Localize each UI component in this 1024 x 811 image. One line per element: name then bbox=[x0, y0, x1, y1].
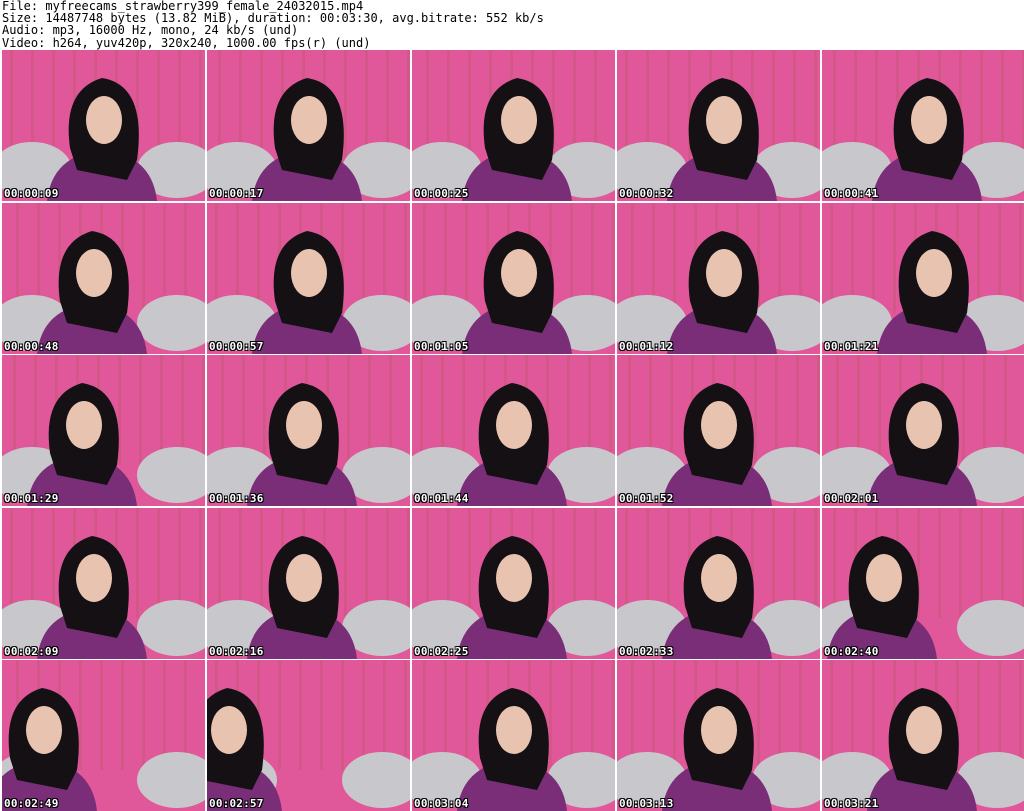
video-thumbnail: 00:03:13 bbox=[617, 660, 820, 811]
video-thumbnail: 00:02:09 bbox=[2, 507, 205, 659]
thumbnail-timestamp: 00:01:05 bbox=[414, 339, 469, 353]
video-thumbnail: 00:01:36 bbox=[207, 355, 410, 506]
thumbnail-timestamp: 00:02:25 bbox=[414, 644, 469, 658]
video-thumbnail: 00:02:49 bbox=[2, 660, 205, 811]
file-info-header: File: myfreecams_strawberry399_female_24… bbox=[2, 0, 1022, 50]
video-frame-image bbox=[617, 202, 820, 354]
thumbnail-timestamp: 00:02:57 bbox=[209, 797, 264, 810]
video-frame-image bbox=[207, 202, 410, 354]
video-thumbnail: 00:01:21 bbox=[822, 202, 1024, 354]
video-frame-image bbox=[207, 660, 410, 811]
video-thumbnail: 00:02:57 bbox=[207, 660, 410, 811]
thumbnail-grid: 00:00:09 00:00:17 00:00:25 00:00:32 00:0… bbox=[0, 50, 1024, 811]
thumbnail-timestamp: 00:00:57 bbox=[209, 339, 264, 353]
video-thumbnail: 00:02:16 bbox=[207, 507, 410, 659]
video-frame-image bbox=[412, 50, 615, 201]
thumbnail-timestamp: 00:00:32 bbox=[619, 187, 674, 200]
thumbnail-timestamp: 00:03:13 bbox=[619, 797, 674, 810]
video-thumbnail: 00:03:04 bbox=[412, 660, 615, 811]
video-thumbnail: 00:00:09 bbox=[2, 50, 205, 201]
video-frame-image bbox=[2, 507, 205, 659]
thumbnail-timestamp: 00:01:29 bbox=[4, 492, 59, 505]
video-thumbnail: 00:02:40 bbox=[822, 507, 1024, 659]
thumbnail-timestamp: 00:01:21 bbox=[824, 339, 879, 353]
thumbnail-timestamp: 00:02:40 bbox=[824, 644, 879, 658]
video-frame-image bbox=[412, 660, 615, 811]
video-frame-image bbox=[822, 50, 1024, 201]
video-thumbnail: 00:00:57 bbox=[207, 202, 410, 354]
thumbnail-timestamp: 00:00:09 bbox=[4, 187, 59, 200]
thumbnail-timestamp: 00:02:16 bbox=[209, 644, 264, 658]
video-frame-image bbox=[412, 507, 615, 659]
video-thumbnail: 00:02:01 bbox=[822, 355, 1024, 506]
thumbnail-timestamp: 00:02:49 bbox=[4, 797, 59, 810]
video-frame-image bbox=[2, 202, 205, 354]
thumbnail-timestamp: 00:01:44 bbox=[414, 492, 469, 505]
video-frame-image bbox=[207, 507, 410, 659]
audio-info-line: Audio: mp3, 16000 Hz, mono, 24 kb/s (und… bbox=[2, 23, 299, 38]
thumbnail-timestamp: 00:00:17 bbox=[209, 187, 264, 200]
video-frame-image bbox=[2, 355, 205, 506]
video-frame-image bbox=[617, 50, 820, 201]
thumbnail-timestamp: 00:01:52 bbox=[619, 492, 674, 505]
thumbnail-timestamp: 00:01:36 bbox=[209, 492, 264, 505]
video-thumbnail: 00:00:25 bbox=[412, 50, 615, 201]
video-frame-image bbox=[2, 660, 205, 811]
video-frame-image bbox=[822, 202, 1024, 354]
thumbnail-timestamp: 00:02:33 bbox=[619, 644, 674, 658]
video-frame-image bbox=[617, 355, 820, 506]
thumbnail-timestamp: 00:02:01 bbox=[824, 492, 879, 505]
video-frame-image bbox=[617, 660, 820, 811]
video-frame-image bbox=[412, 355, 615, 506]
video-frame-image bbox=[207, 50, 410, 201]
video-thumbnail: 00:00:41 bbox=[822, 50, 1024, 201]
thumbnail-timestamp: 00:00:25 bbox=[414, 187, 469, 200]
video-frame-image bbox=[822, 660, 1024, 811]
video-frame-image bbox=[412, 202, 615, 354]
video-thumbnail: 00:01:12 bbox=[617, 202, 820, 354]
thumbnail-timestamp: 00:02:09 bbox=[4, 644, 59, 658]
video-info-line: Video: h264, yuv420p, 320x240, 1000.00 f… bbox=[2, 35, 371, 50]
video-thumbnail: 00:00:32 bbox=[617, 50, 820, 201]
thumbnail-timestamp: 00:00:41 bbox=[824, 187, 879, 200]
thumbnail-timestamp: 00:01:12 bbox=[619, 339, 674, 353]
video-frame-image bbox=[617, 507, 820, 659]
thumbnail-timestamp: 00:03:21 bbox=[824, 797, 879, 810]
video-thumbnail: 00:03:21 bbox=[822, 660, 1024, 811]
video-frame-image bbox=[822, 355, 1024, 506]
video-thumbnail: 00:01:29 bbox=[2, 355, 205, 506]
video-thumbnail: 00:01:05 bbox=[412, 202, 615, 354]
video-frame-image bbox=[822, 507, 1024, 659]
video-frame-image bbox=[207, 355, 410, 506]
thumbnail-timestamp: 00:03:04 bbox=[414, 797, 469, 810]
video-thumbnail: 00:00:17 bbox=[207, 50, 410, 201]
video-thumbnail: 00:01:44 bbox=[412, 355, 615, 506]
video-thumbnail: 00:02:25 bbox=[412, 507, 615, 659]
video-frame-image bbox=[2, 50, 205, 201]
thumbnail-timestamp: 00:00:48 bbox=[4, 339, 59, 353]
video-thumbnail: 00:01:52 bbox=[617, 355, 820, 506]
video-thumbnail: 00:02:33 bbox=[617, 507, 820, 659]
video-thumbnail: 00:00:48 bbox=[2, 202, 205, 354]
